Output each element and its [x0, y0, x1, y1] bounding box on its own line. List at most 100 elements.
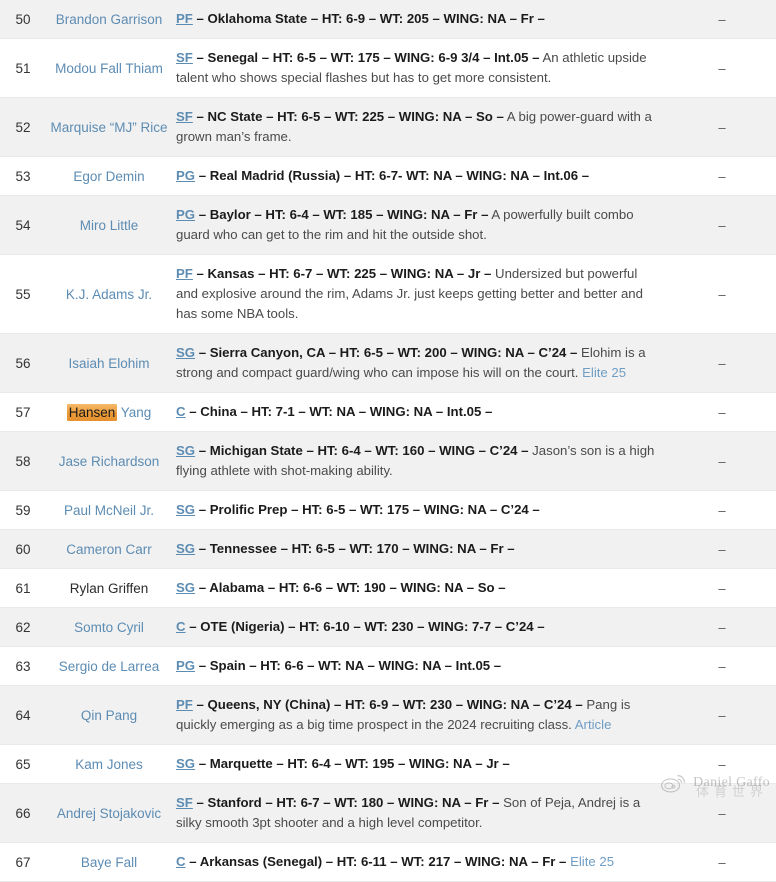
- player-vitals-text: – China – HT: 7-1 – WT: NA – WING: NA – …: [185, 404, 493, 419]
- player-vitals-text: – Marquette – HT: 6-4 – WT: 195 – WING: …: [195, 756, 510, 771]
- player-vitals-text: – Spain – HT: 6-6 – WT: NA – WING: NA – …: [195, 658, 502, 673]
- status-value: –: [718, 355, 726, 371]
- status-value: –: [718, 707, 726, 723]
- position-link[interactable]: SG: [176, 345, 195, 360]
- rank-number: 61: [15, 580, 31, 596]
- player-description-cell: SG – Sierra Canyon, CA – HT: 6-5 – WT: 2…: [172, 334, 668, 393]
- player-name-cell[interactable]: Andrej Stojakovic: [46, 784, 172, 843]
- player-vitals-text: – Senegal – HT: 6-5 – WT: 175 – WING: 6-…: [192, 50, 540, 65]
- player-name-cell[interactable]: Kam Jones: [46, 745, 172, 784]
- status-value: –: [718, 453, 726, 469]
- player-vitals-text: – Kansas – HT: 6-7 – WT: 225 – WING: NA …: [192, 266, 492, 281]
- position-link[interactable]: PF: [176, 697, 193, 712]
- player-name-cell[interactable]: Egor Demin: [46, 157, 172, 196]
- status-value: –: [718, 580, 726, 596]
- table-row: 53 Egor Demin PG – Real Madrid (Russia) – …: [0, 156, 776, 196]
- player-vitals-text: – Tennessee – HT: 6-5 – WT: 170 – WING: …: [195, 541, 515, 556]
- player-name-link[interactable]: Egor Demin: [73, 169, 144, 184]
- player-description-cell: PG – Baylor – HT: 6-4 – WT: 185 – WING: …: [172, 196, 668, 255]
- player-name-cell[interactable]: Qin Pang: [46, 686, 172, 745]
- player-name-link[interactable]: Qin Pang: [81, 708, 137, 723]
- position-link[interactable]: PF: [176, 266, 193, 281]
- player-name-cell[interactable]: Isaiah Elohim: [46, 334, 172, 393]
- status-value: –: [718, 502, 726, 518]
- reference-link[interactable]: Elite 25: [570, 854, 614, 869]
- player-name-cell[interactable]: Sergio de Larrea: [46, 647, 172, 686]
- player-description-cell: PF – Kansas – HT: 6-7 – WT: 225 – WING: …: [172, 255, 668, 334]
- prospect-rankings-table: 50 Brandon Garrison PF – Oklahoma State – …: [0, 0, 776, 882]
- table-row: 65 Kam Jones SG – Marquette – HT: 6-4 – WT…: [0, 744, 776, 784]
- player-name-cell[interactable]: Jase Richardson: [46, 432, 172, 491]
- player-name-link[interactable]: K.J. Adams Jr.: [66, 287, 152, 302]
- player-vitals-text: – NC State – HT: 6-5 – WT: 225 – WING: N…: [192, 109, 504, 124]
- player-name-link[interactable]: Kam Jones: [75, 757, 143, 772]
- player-name-cell[interactable]: Marquise “MJ” Rice: [46, 98, 172, 157]
- position-link[interactable]: SF: [176, 109, 193, 124]
- table-row: 66 Andrej Stojakovic SF – Stanford – HT: 6…: [0, 783, 776, 843]
- player-name-link[interactable]: Brandon Garrison: [56, 12, 163, 27]
- player-description-cell: PF – Queens, NY (China) – HT: 6-9 – WT: …: [172, 686, 668, 745]
- player-name-link[interactable]: Somto Cyril: [74, 620, 144, 635]
- position-link[interactable]: SG: [176, 580, 195, 595]
- player-name-link[interactable]: Isaiah Elohim: [68, 356, 149, 371]
- player-name-link[interactable]: Baye Fall: [81, 855, 137, 870]
- table-row: 50 Brandon Garrison PF – Oklahoma State – …: [0, 0, 776, 39]
- rank-number: 52: [15, 119, 31, 135]
- position-link[interactable]: C: [176, 619, 186, 634]
- rank-number: 65: [15, 756, 31, 772]
- position-link[interactable]: SG: [176, 502, 195, 517]
- player-vitals-text: – Real Madrid (Russia) – HT: 6-7- WT: NA…: [195, 168, 590, 183]
- rank-number: 60: [15, 541, 31, 557]
- table-row: 60 Cameron Carr SG – Tennessee – HT: 6-5 –…: [0, 529, 776, 569]
- player-name-cell[interactable]: Cameron Carr: [46, 530, 172, 569]
- player-name-cell[interactable]: Hansen Yang: [46, 393, 172, 432]
- player-description-cell: SF – NC State – HT: 6-5 – WT: 225 – WING…: [172, 98, 668, 157]
- status-value: –: [718, 541, 726, 557]
- player-name-link[interactable]: Marquise “MJ” Rice: [50, 120, 167, 135]
- player-name-link[interactable]: Cameron Carr: [66, 542, 152, 557]
- player-name-cell[interactable]: Brandon Garrison: [46, 0, 172, 39]
- player-description-cell: SG – Prolific Prep – HT: 6-5 – WT: 175 –…: [172, 491, 668, 530]
- player-name-link[interactable]: Sergio de Larrea: [59, 659, 160, 674]
- position-link[interactable]: SG: [176, 443, 195, 458]
- player-name-cell[interactable]: Baye Fall: [46, 843, 172, 882]
- position-link[interactable]: SF: [176, 50, 193, 65]
- position-link[interactable]: PG: [176, 207, 195, 222]
- table-row: 62 Somto Cyril C – OTE (Nigeria) – HT: 6-1…: [0, 607, 776, 647]
- rank-number: 59: [15, 502, 31, 518]
- position-link[interactable]: PF: [176, 11, 193, 26]
- position-link[interactable]: SG: [176, 756, 195, 771]
- player-description-cell: C – OTE (Nigeria) – HT: 6-10 – WT: 230 –…: [172, 608, 668, 647]
- rank-number: 64: [15, 707, 31, 723]
- position-link[interactable]: PG: [176, 658, 195, 673]
- position-link[interactable]: PG: [176, 168, 195, 183]
- position-link[interactable]: SF: [176, 795, 193, 810]
- player-name-link[interactable]: Modou Fall Thiam: [55, 61, 163, 76]
- position-link[interactable]: SG: [176, 541, 195, 556]
- player-name-cell[interactable]: K.J. Adams Jr.: [46, 255, 172, 334]
- player-name-link[interactable]: Miro Little: [80, 218, 139, 233]
- position-link[interactable]: C: [176, 854, 186, 869]
- player-name-link[interactable]: Andrej Stojakovic: [57, 806, 161, 821]
- table-row: 55 K.J. Adams Jr. PF – Kansas – HT: 6-7 – …: [0, 254, 776, 334]
- reference-link[interactable]: Article: [575, 717, 612, 732]
- player-name-cell[interactable]: Paul McNeil Jr.: [46, 491, 172, 530]
- player-name-link[interactable]: Hansen Yang: [66, 403, 151, 421]
- table-row: 57 Hansen Yang C – China – HT: 7-1 – WT: N…: [0, 392, 776, 432]
- player-name-link[interactable]: Paul McNeil Jr.: [64, 503, 154, 518]
- player-name-cell[interactable]: Somto Cyril: [46, 608, 172, 647]
- player-name-cell[interactable]: Modou Fall Thiam: [46, 39, 172, 98]
- player-name-link[interactable]: Jase Richardson: [59, 454, 160, 469]
- rank-number: 51: [15, 60, 31, 76]
- status-value: –: [718, 168, 726, 184]
- player-description-cell: PG – Real Madrid (Russia) – HT: 6-7- WT:…: [172, 157, 668, 196]
- player-description-cell: PF – Oklahoma State – HT: 6-9 – WT: 205 …: [172, 0, 668, 39]
- rank-number: 67: [15, 854, 31, 870]
- reference-link[interactable]: Elite 25: [582, 365, 626, 380]
- player-description-cell: C – China – HT: 7-1 – WT: NA – WING: NA …: [172, 393, 668, 432]
- player-name-cell[interactable]: Miro Little: [46, 196, 172, 255]
- player-description-cell: SF – Senegal – HT: 6-5 – WT: 175 – WING:…: [172, 39, 668, 98]
- rankings-table-body: 50 Brandon Garrison PF – Oklahoma State – …: [0, 0, 776, 882]
- position-link[interactable]: C: [176, 404, 186, 419]
- rank-number: 57: [15, 404, 31, 420]
